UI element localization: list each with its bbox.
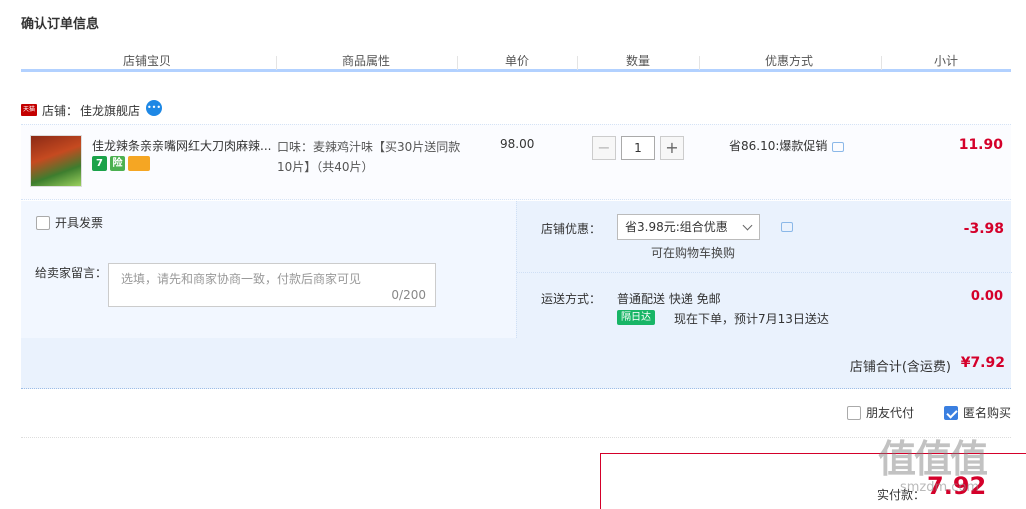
message-char-count: 0/200 bbox=[391, 288, 426, 302]
seller-message-textarea[interactable]: 选填，请先和商家协商一致，付款后商家可见 0/200 bbox=[108, 263, 436, 307]
shop-discount-label: 店铺优惠： bbox=[541, 222, 602, 236]
column-separator bbox=[699, 56, 700, 70]
order-extras-panel: 开具发票 给卖家留言： 选填，请先和商家协商一致，付款后商家可见 0/200 店… bbox=[21, 201, 1012, 338]
shipping-method: 普通配送 快递 免邮 bbox=[617, 292, 721, 306]
friend-pay-label: 朋友代付 bbox=[865, 406, 914, 420]
unit-price: 98.00 bbox=[500, 137, 535, 151]
shop-discount-select[interactable]: 省3.98元:组合优惠 bbox=[617, 214, 760, 240]
page-title: 确认订单信息 bbox=[21, 17, 100, 32]
shop-total-value: ¥7.92 bbox=[960, 355, 1005, 371]
discount-selected-value: 省3.98元:组合优惠 bbox=[625, 220, 728, 234]
invoice-option[interactable]: 开具发票 bbox=[36, 214, 103, 231]
shop-total-label: 店铺合计(含运费) bbox=[849, 360, 951, 375]
anonymous-purchase-checkbox[interactable] bbox=[943, 405, 958, 420]
column-attributes: 商品属性 bbox=[342, 54, 391, 68]
delivery-estimate: 现在下单，预计7月13日送达 bbox=[674, 312, 829, 326]
quantity-stepper: − 1 + bbox=[592, 136, 684, 160]
column-unit-price: 单价 bbox=[505, 54, 530, 68]
shipping-insurance-icon[interactable]: 险 bbox=[110, 156, 125, 171]
friend-pay-checkbox[interactable] bbox=[846, 405, 861, 420]
shop-name-link[interactable]: 佳龙旗舰店 bbox=[80, 102, 140, 119]
anonymous-purchase-label: 匿名购买 bbox=[962, 406, 1011, 420]
column-subtotal: 小计 bbox=[934, 54, 959, 68]
quantity-minus-button[interactable]: − bbox=[592, 136, 616, 160]
order-item-row: 佳龙辣条亲亲嘴网红大刀肉麻辣... 7 险 口味：麦辣鸡汁味【买30片送同款10… bbox=[21, 124, 1011, 200]
column-header: 店铺宝贝 商品属性 单价 数量 优惠方式 小计 bbox=[21, 52, 1011, 72]
shipping-label: 运送方式： bbox=[541, 292, 602, 306]
column-separator bbox=[276, 56, 277, 70]
tmall-icon: 天猫 bbox=[21, 104, 37, 116]
exchange-link[interactable]: 可在购物车换购 bbox=[651, 244, 735, 261]
shop-total-row: 店铺合计(含运费) ¥7.92 bbox=[21, 338, 1011, 389]
shop-row: 天猫 店铺： 佳龙旗舰店 ••• bbox=[21, 100, 163, 120]
credit-card-icon[interactable] bbox=[128, 156, 150, 171]
promotion-text: 省86.10:爆款促销 bbox=[729, 137, 845, 154]
item-subtotal: 11.90 bbox=[958, 137, 1003, 153]
friend-pay-option[interactable]: 朋友代付 bbox=[846, 404, 914, 421]
column-discount: 优惠方式 bbox=[765, 54, 814, 68]
section-divider bbox=[21, 437, 1011, 438]
column-quantity: 数量 bbox=[626, 54, 651, 68]
shipping-fee: 0.00 bbox=[970, 289, 1003, 304]
column-separator bbox=[881, 56, 882, 70]
promotion-label: 省86.10:爆款促销 bbox=[729, 139, 828, 153]
product-title-link[interactable]: 佳龙辣条亲亲嘴网红大刀肉麻辣... bbox=[92, 137, 272, 154]
column-separator bbox=[577, 56, 578, 70]
discount-chat-icon[interactable] bbox=[781, 222, 793, 232]
discount-amount: -3.98 bbox=[963, 221, 1004, 237]
invoice-label: 开具发票 bbox=[55, 216, 104, 230]
quantity-input[interactable]: 1 bbox=[621, 136, 655, 160]
product-thumbnail[interactable] bbox=[30, 135, 82, 187]
wangwang-chat-icon[interactable]: ••• bbox=[146, 100, 163, 116]
product-attributes: 口味：麦辣鸡汁味【买30片送同款10片】（共40片） bbox=[277, 140, 461, 174]
discount-shipping-panel: 店铺优惠： 省3.98元:组合优惠 可在购物车换购 -3.98 运送方式： 普通… bbox=[516, 201, 1012, 338]
column-shop-item: 店铺宝贝 bbox=[123, 54, 172, 68]
watermark-text: smzdm.com bbox=[900, 480, 980, 495]
chevron-down-icon bbox=[742, 220, 753, 231]
service-badges: 7 险 bbox=[92, 156, 150, 171]
payment-options: 朋友代付 匿名购买 bbox=[817, 404, 1011, 421]
message-placeholder: 选填，请先和商家协商一致，付款后商家可见 bbox=[121, 272, 362, 286]
message-label: 给卖家留言： bbox=[35, 266, 108, 280]
quantity-plus-button[interactable]: + bbox=[660, 136, 684, 160]
column-separator bbox=[457, 56, 458, 70]
invoice-checkbox[interactable] bbox=[36, 215, 50, 230]
anonymous-purchase-option[interactable]: 匿名购买 bbox=[943, 404, 1011, 421]
next-day-delivery-badge: 隔日达 bbox=[617, 310, 655, 325]
shop-discount-row: 店铺优惠： 省3.98元:组合优惠 可在购物车换购 -3.98 bbox=[517, 201, 1012, 273]
promotion-chat-icon[interactable] bbox=[832, 142, 845, 152]
seven-day-return-icon[interactable]: 7 bbox=[92, 156, 107, 171]
shop-label: 店铺： bbox=[42, 103, 79, 118]
